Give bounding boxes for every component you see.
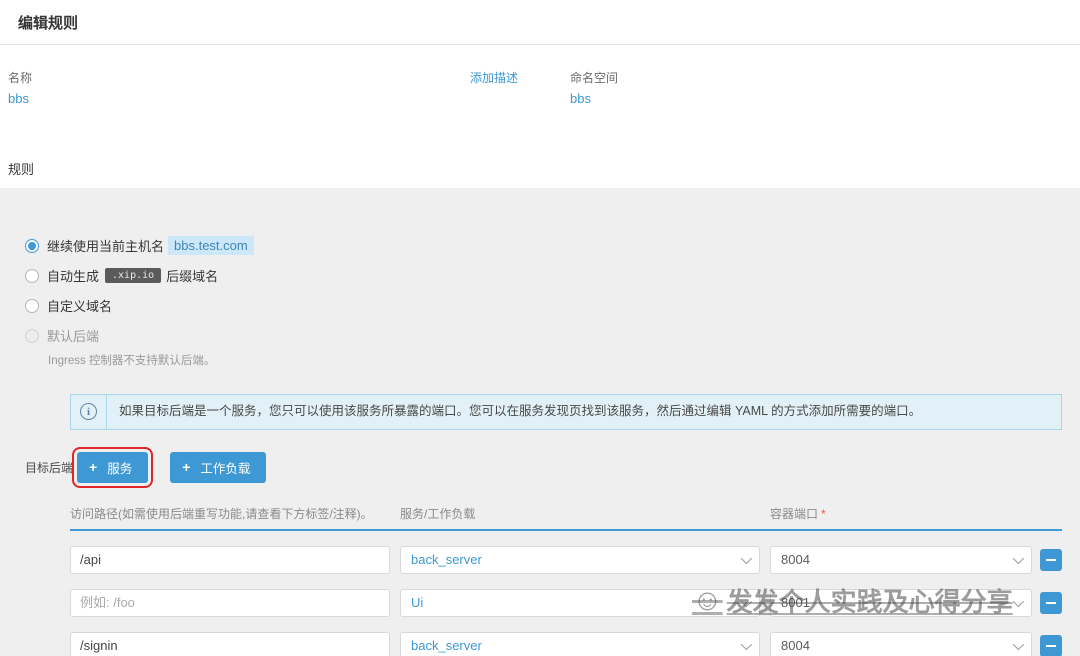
minus-icon	[1046, 601, 1056, 604]
port-select[interactable]: 8004	[770, 545, 1032, 574]
port-select-value: 8004	[781, 552, 810, 567]
radio-icon[interactable]	[25, 298, 39, 313]
remove-row-button[interactable]	[1040, 591, 1062, 614]
radio-disabled-icon	[25, 328, 39, 343]
chevron-down-icon	[740, 552, 753, 564]
chevron-down-icon	[1012, 595, 1025, 607]
xip-io-badge: .xip.io	[105, 268, 162, 283]
namespace-label: 命名空间	[570, 71, 619, 85]
target-backend-actions: 目标后端 + 服务 + 工作负载	[25, 446, 1062, 488]
table-row: back_server 8004	[70, 545, 1062, 574]
radio-label: 继续使用当前主机名	[47, 239, 165, 254]
port-select-value: 8001	[781, 595, 810, 610]
chevron-down-icon	[1012, 638, 1025, 650]
path-input[interactable]	[70, 631, 390, 656]
rules-section-title: 规则	[8, 162, 35, 177]
minus-icon	[1046, 558, 1056, 561]
service-select[interactable]: back_server	[400, 545, 760, 574]
remove-row-button[interactable]	[1040, 634, 1062, 656]
name-value: bbs	[8, 91, 29, 106]
name-label: 名称	[8, 71, 33, 85]
backend-rules-table: 访问路径(如需使用后端重写功能,请查看下方标签/注释)。 服务/工作负载 容器端…	[70, 505, 1062, 656]
radio-label: 默认后端	[47, 329, 100, 344]
add-workload-label: 工作负载	[200, 461, 251, 476]
service-select-value: Ui	[411, 595, 424, 610]
header-path: 访问路径(如需使用后端重写功能,请查看下方标签/注释)。	[70, 506, 373, 521]
radio-option-auto-generate[interactable]: 自动生成 .xip.io 后缀域名	[25, 266, 1062, 285]
table-row: Ui 8001	[70, 588, 1062, 617]
radio-option-current-hostname[interactable]: 继续使用当前主机名 bbs.test.com	[25, 236, 1062, 255]
header-service: 服务/工作负载	[400, 506, 476, 521]
service-select-value: back_server	[411, 638, 482, 653]
add-description-link[interactable]: 添加描述	[470, 69, 518, 86]
metadata-row: 名称 bbs 添加描述 命名空间 bbs	[0, 45, 1080, 117]
chevron-down-icon	[1012, 552, 1025, 564]
add-workload-button[interactable]: + 工作负载	[170, 451, 267, 483]
info-banner-text: 如果目标后端是一个服务，您只可以使用该服务所暴露的端口。您可以在服务发现页找到该…	[119, 404, 922, 418]
radio-option-default-backend: 默认后端	[25, 326, 1062, 345]
service-select[interactable]: back_server	[400, 631, 760, 656]
radio-selected-icon[interactable]	[25, 238, 39, 253]
radio-label: 自定义域名	[47, 299, 113, 314]
info-icon: i	[80, 403, 97, 421]
port-select[interactable]: 8004	[770, 631, 1032, 656]
port-select-value: 8004	[781, 638, 810, 653]
current-hostname-value: bbs.test.com	[168, 236, 254, 255]
namespace-field: 命名空间 bbs	[570, 69, 618, 106]
add-service-label: 服务	[107, 461, 133, 476]
radio-option-custom-domain[interactable]: 自定义域名	[25, 296, 1062, 315]
suffix-domain-label: 后缀域名	[166, 269, 219, 284]
minus-icon	[1046, 644, 1056, 647]
service-select[interactable]: Ui	[400, 588, 760, 617]
remove-row-button[interactable]	[1040, 548, 1062, 571]
namespace-value: bbs	[570, 91, 591, 106]
radio-label: 自动生成	[47, 269, 100, 284]
page-title: 编辑规则	[18, 15, 79, 32]
rules-panel: 继续使用当前主机名 bbs.test.com 自动生成 .xip.io 后缀域名…	[0, 188, 1080, 656]
info-banner: i 如果目标后端是一个服务，您只可以使用该服务所暴露的端口。您可以在服务发现页找…	[70, 394, 1062, 430]
radio-icon[interactable]	[25, 268, 39, 283]
header-port-label: 容器端口	[770, 506, 819, 521]
path-input[interactable]	[70, 545, 390, 574]
path-input[interactable]	[70, 588, 390, 617]
add-service-button[interactable]: + 服务	[72, 446, 154, 488]
chevron-down-icon	[740, 638, 753, 650]
name-field: 名称 bbs	[8, 69, 32, 106]
port-select[interactable]: 8001	[770, 588, 1032, 617]
target-backend-label: 目标后端	[25, 460, 74, 475]
table-header-row: 访问路径(如需使用后端重写功能,请查看下方标签/注释)。 服务/工作负载 容器端…	[70, 505, 1062, 531]
required-asterisk: *	[821, 506, 826, 521]
plus-icon: +	[89, 459, 98, 475]
chevron-down-icon	[740, 595, 753, 607]
table-row: back_server 8004	[70, 631, 1062, 656]
default-backend-note: Ingress 控制器不支持默认后端。	[48, 355, 216, 367]
header-port: 容器端口 *	[770, 505, 1032, 522]
plus-icon: +	[182, 459, 191, 475]
info-icon-cell: i	[71, 395, 107, 429]
service-select-value: back_server	[411, 552, 482, 567]
